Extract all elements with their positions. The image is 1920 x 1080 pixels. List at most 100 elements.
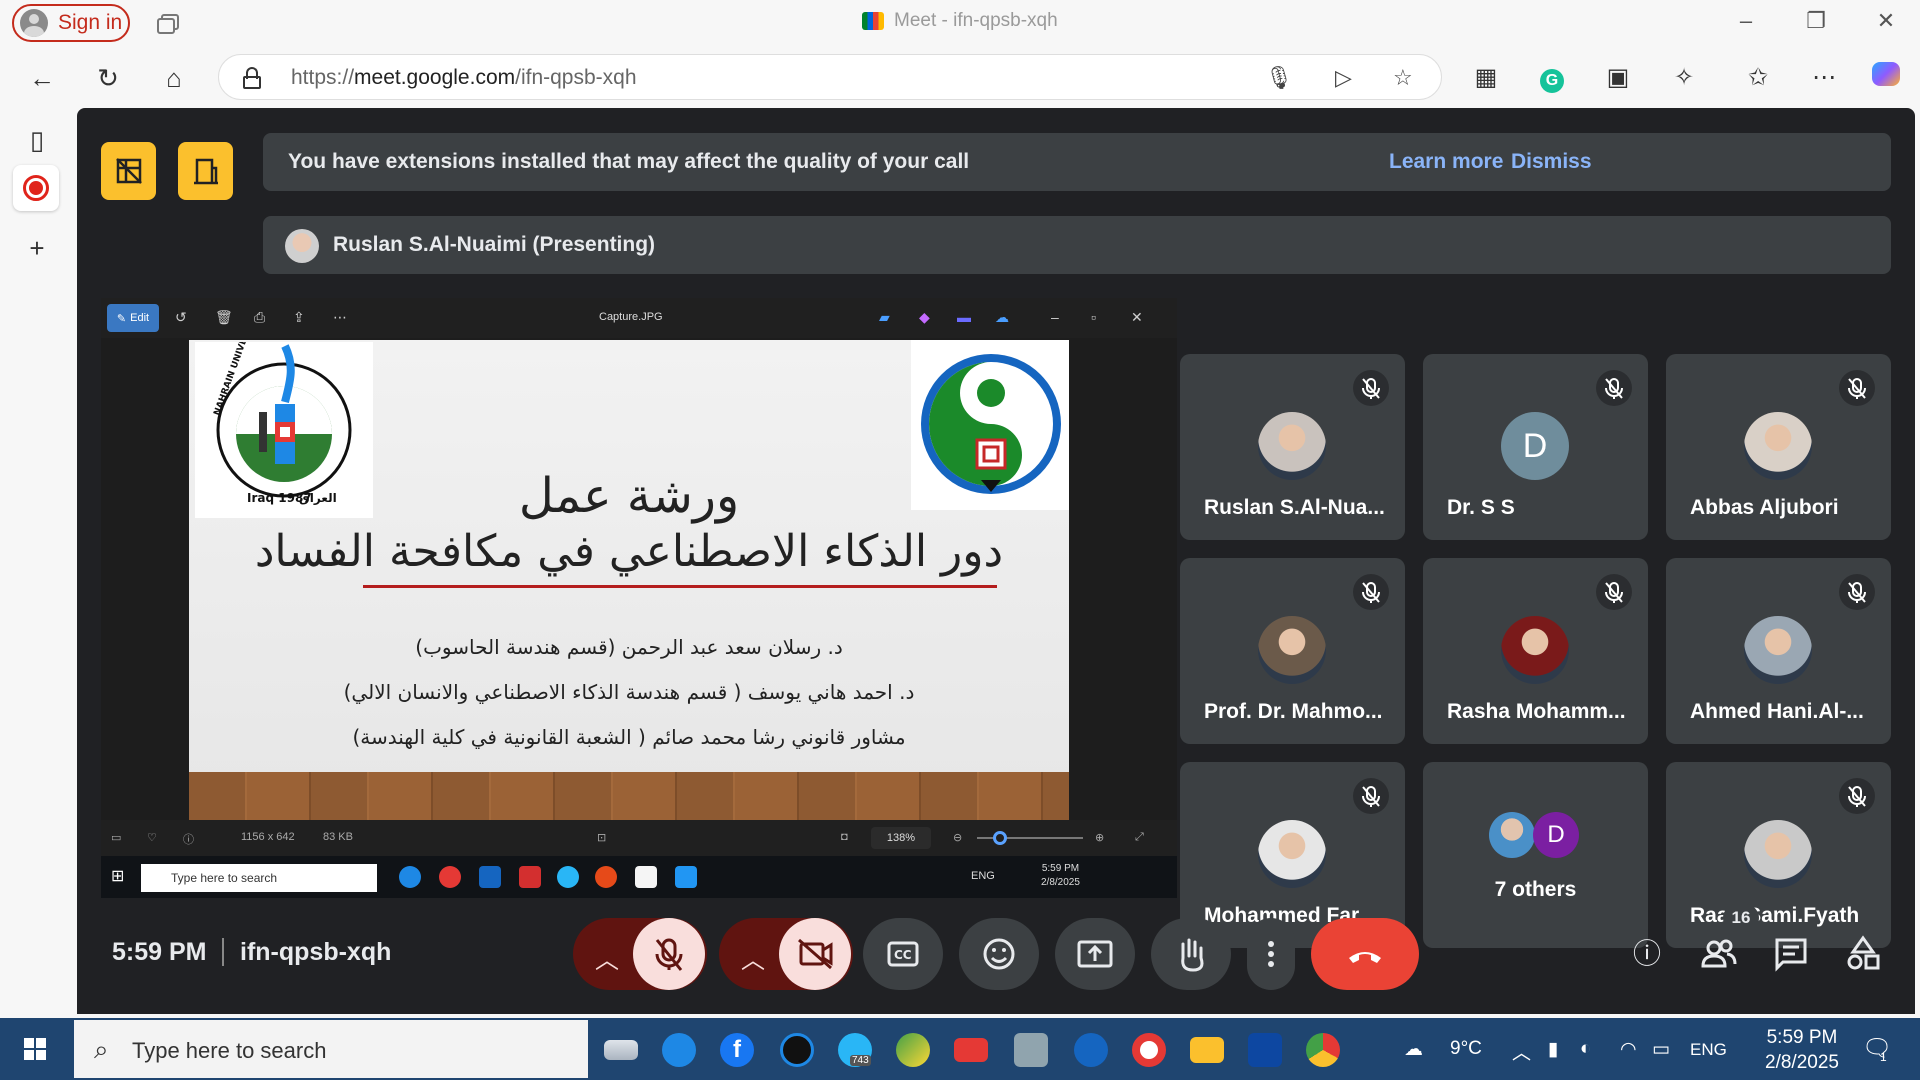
copilot-icon[interactable] bbox=[1870, 62, 1902, 94]
taskbar-pc-icon[interactable] bbox=[1014, 1033, 1048, 1067]
more-options-button[interactable] bbox=[1247, 918, 1295, 990]
viewer-app-icon-1[interactable]: ▰ bbox=[879, 309, 890, 326]
captions-button[interactable]: CC bbox=[863, 918, 943, 990]
tab-actions-icon[interactable] bbox=[156, 12, 182, 36]
participant-tile[interactable]: Abbas Aljubori bbox=[1666, 354, 1891, 540]
participant-tile[interactable]: Rasha Mohamm... bbox=[1423, 558, 1648, 744]
zoom-out-icon[interactable]: ⊖ bbox=[953, 831, 962, 844]
notifications-icon[interactable]: 🗨 bbox=[1862, 1034, 1892, 1063]
url-text[interactable]: https://meet.google.com/ifn-qpsb-xqh bbox=[291, 66, 637, 90]
wifi-icon[interactable]: ◠ bbox=[1620, 1038, 1637, 1061]
actual-size-icon[interactable]: ◘ bbox=[841, 831, 848, 843]
taskbar-chrome-icon[interactable] bbox=[1306, 1033, 1340, 1067]
taskbar-app-blue-icon[interactable] bbox=[1074, 1033, 1108, 1067]
sign-in-button[interactable]: Sign in bbox=[12, 4, 130, 42]
fit-icon[interactable]: ⊡ bbox=[597, 831, 606, 844]
mic-toggle-button[interactable] bbox=[633, 918, 705, 990]
learn-more-link[interactable]: Learn more bbox=[1389, 150, 1503, 174]
vertical-tabs-icon[interactable]: ▯ bbox=[19, 122, 55, 158]
participant-tile[interactable]: Ruslan S.Al-Nua... bbox=[1180, 354, 1405, 540]
zoom-slider-knob[interactable] bbox=[993, 831, 1007, 845]
viewer-app-icon-2[interactable]: ◆ bbox=[919, 309, 930, 326]
favorite-heart-icon[interactable]: ♡ bbox=[147, 831, 157, 844]
viewer-app-icon-3[interactable]: ▬ bbox=[957, 309, 971, 325]
participant-tile[interactable]: D 7 others bbox=[1423, 762, 1648, 948]
camera-toggle-button[interactable] bbox=[779, 918, 851, 990]
record-icon[interactable] bbox=[13, 165, 59, 211]
start-button[interactable] bbox=[0, 1018, 72, 1080]
zoom-in-icon[interactable]: ⊕ bbox=[1095, 831, 1104, 844]
extensions-puzzle-icon[interactable]: ✧ bbox=[1668, 62, 1700, 94]
audio-chevron-up-icon[interactable]: ︿ bbox=[595, 940, 619, 975]
lock-icon[interactable] bbox=[243, 67, 261, 89]
home-icon[interactable]: ⌂ bbox=[156, 60, 192, 96]
minimize-icon[interactable]: – bbox=[1726, 8, 1766, 34]
chat-icon[interactable] bbox=[1771, 934, 1811, 974]
delete-icon[interactable]: 🗑 bbox=[215, 309, 233, 326]
leave-call-button[interactable] bbox=[1311, 918, 1419, 990]
meeting-details-icon[interactable]: ⓘ bbox=[1627, 934, 1667, 974]
tray-chevron-icon[interactable]: ︿ bbox=[1512, 1038, 1531, 1065]
participant-tile[interactable]: Ahmed Hani.Al-... bbox=[1666, 558, 1891, 744]
favorite-star-icon[interactable]: ☆ bbox=[1393, 65, 1413, 91]
video-chevron-up-icon[interactable]: ︿ bbox=[741, 940, 765, 975]
taskbar-youtube-icon[interactable] bbox=[954, 1038, 988, 1062]
taskbar-explorer-icon[interactable] bbox=[1190, 1037, 1224, 1063]
share-icon[interactable]: ⇪ bbox=[293, 309, 305, 326]
taskbar-search-box[interactable]: ⌕ Type here to search bbox=[74, 1020, 588, 1078]
viewer-close-icon[interactable]: ✕ bbox=[1131, 309, 1143, 326]
info-icon[interactable]: ⓘ bbox=[183, 831, 194, 847]
camera-permission-icon[interactable]: ▷ bbox=[1335, 65, 1352, 91]
search-icon: ⌕ bbox=[94, 1034, 109, 1064]
present-screen-button[interactable] bbox=[1055, 918, 1135, 990]
edit-button[interactable]: ✎ Edit bbox=[107, 304, 159, 332]
participant-tile[interactable]: D Dr. S S bbox=[1423, 354, 1648, 540]
more-options-icon[interactable]: ⋯ bbox=[333, 309, 347, 326]
fullscreen-icon[interactable]: ⤢ bbox=[1135, 831, 1144, 844]
weather-temp[interactable]: 9°C bbox=[1450, 1038, 1482, 1060]
taskbar-clock[interactable]: 5:59 PM 2/8/2025 bbox=[1752, 1025, 1852, 1075]
close-icon[interactable]: ✕ bbox=[1866, 8, 1906, 34]
taskbar-teamviewer-icon[interactable] bbox=[780, 1033, 814, 1067]
dismiss-button[interactable]: Dismiss bbox=[1511, 150, 1592, 174]
apps-grid-icon[interactable]: ▦ bbox=[1470, 62, 1502, 94]
raise-hand-button[interactable] bbox=[1151, 918, 1231, 990]
viewer-restore-icon[interactable]: ▫ bbox=[1091, 309, 1096, 325]
taskbar-facebook-icon[interactable]: f bbox=[720, 1033, 754, 1067]
rotate-icon[interactable]: ↺ bbox=[175, 309, 187, 326]
input-language[interactable]: ENG bbox=[1690, 1040, 1727, 1060]
microphone-icon[interactable]: 🎙 bbox=[1265, 65, 1293, 91]
companion-button[interactable] bbox=[178, 142, 233, 200]
taskbar-edge-icon[interactable] bbox=[662, 1033, 696, 1067]
taskbar-opera-icon[interactable] bbox=[1132, 1033, 1166, 1067]
layout-toggle-button[interactable] bbox=[101, 142, 156, 200]
extension-shield-icon[interactable]: ▣ bbox=[1602, 62, 1634, 94]
refresh-icon[interactable]: ↻ bbox=[90, 60, 126, 96]
reactions-button[interactable] bbox=[959, 918, 1039, 990]
participant-tile[interactable]: Prof. Dr. Mahmo... bbox=[1180, 558, 1405, 744]
print-icon[interactable]: ⎙ bbox=[254, 309, 265, 326]
taskbar-telegram-icon[interactable]: 743 bbox=[838, 1033, 872, 1067]
zoom-level-dropdown[interactable]: 138% bbox=[871, 827, 931, 849]
viewer-minimize-icon[interactable]: – bbox=[1051, 309, 1059, 325]
zoom-slider[interactable] bbox=[977, 831, 1083, 845]
activities-icon[interactable] bbox=[1843, 934, 1883, 974]
grammarly-icon[interactable]: G bbox=[1536, 62, 1568, 94]
taskbar-webex-icon[interactable] bbox=[1248, 1033, 1282, 1067]
restore-icon[interactable]: ❐ bbox=[1796, 8, 1836, 34]
viewer-app-icon-4[interactable]: ☁ bbox=[995, 309, 1009, 326]
people-icon[interactable] bbox=[1699, 934, 1739, 974]
taskbar-globe-icon[interactable] bbox=[896, 1033, 930, 1067]
more-menu-icon[interactable]: ⋯ bbox=[1808, 62, 1840, 94]
filmstrip-icon[interactable]: ▭ bbox=[111, 831, 121, 844]
add-icon[interactable]: + bbox=[19, 230, 55, 266]
back-icon[interactable]: ← bbox=[24, 60, 60, 96]
tray-app-icon[interactable]: ◐ bbox=[1580, 1038, 1591, 1060]
participant-tile[interactable]: Raad Sami.Fyath bbox=[1666, 762, 1891, 948]
tray-usb-icon[interactable]: ▮ bbox=[1548, 1038, 1558, 1061]
taskbar-app-stick-icon[interactable] bbox=[604, 1040, 638, 1060]
battery-icon[interactable]: ▭ bbox=[1652, 1038, 1670, 1061]
favorites-icon[interactable]: ✩ bbox=[1742, 62, 1774, 94]
address-bar[interactable]: https://meet.google.com/ifn-qpsb-xqh 🎙 ▷… bbox=[218, 54, 1442, 100]
weather-cloud-icon[interactable]: ☁ bbox=[1404, 1038, 1423, 1061]
